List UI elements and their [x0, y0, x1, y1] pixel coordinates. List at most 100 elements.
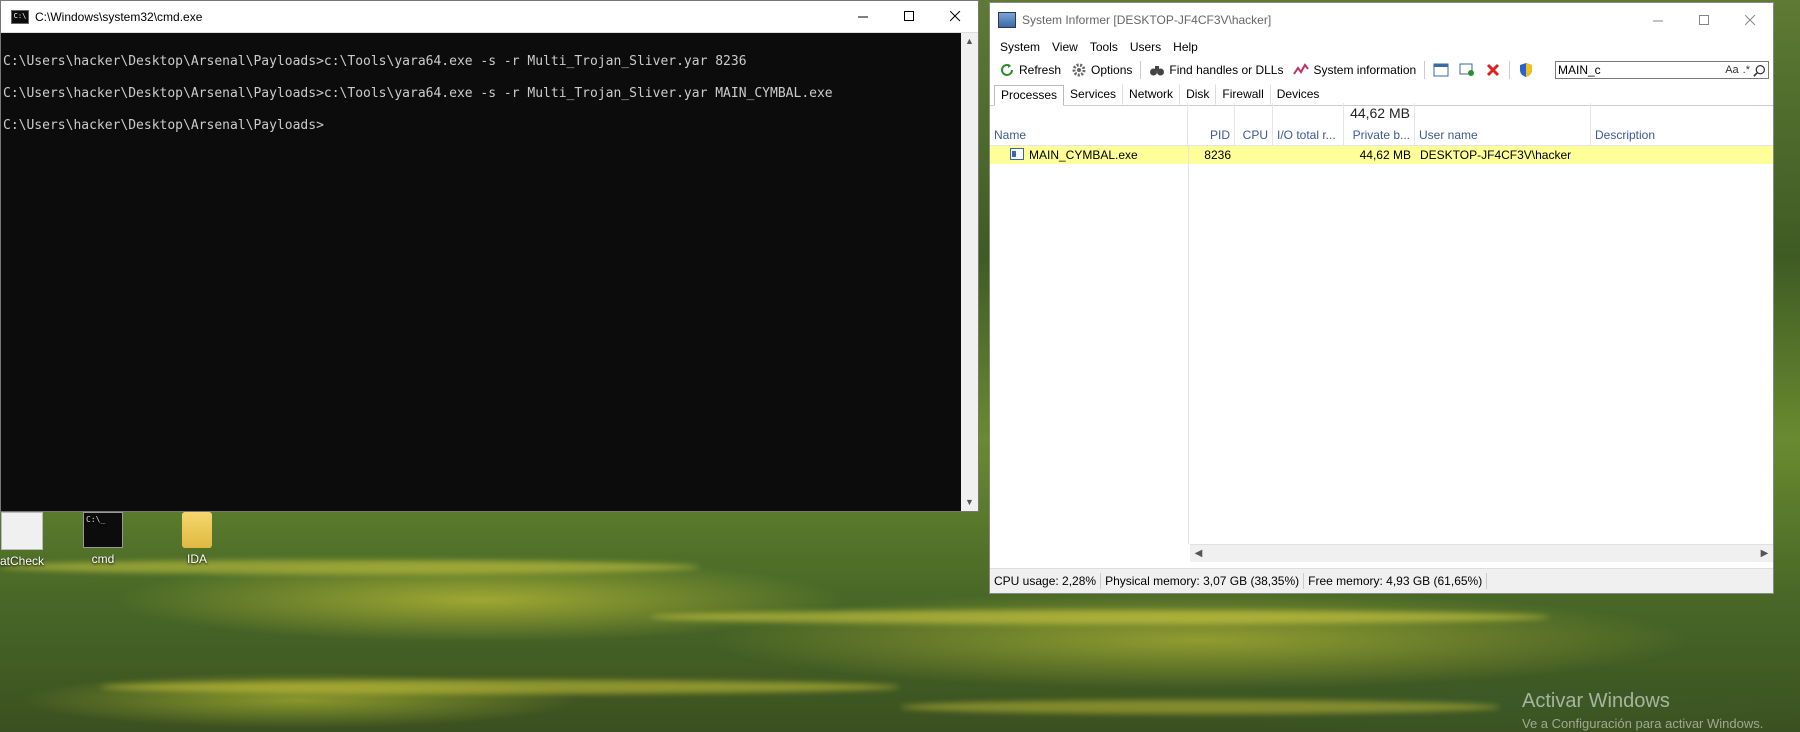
desktop-icon-label: atCheck	[0, 554, 45, 568]
activation-watermark-title: Activar Windows	[1522, 690, 1670, 712]
vertical-scrollbar[interactable]: ▲ ▼	[961, 33, 978, 511]
refresh-button[interactable]: Refresh	[994, 62, 1066, 78]
tab-network[interactable]: Network	[1122, 84, 1180, 105]
terminate-button[interactable]	[1480, 62, 1506, 78]
find-window-button[interactable]	[1454, 62, 1480, 78]
wallpaper-stripe	[100, 680, 900, 694]
menu-tools[interactable]: Tools	[1084, 40, 1124, 54]
desktop-icon-ida[interactable]: IDA	[167, 512, 227, 566]
column-header-private-bytes[interactable]: 44,62 MB Private b...	[1344, 103, 1415, 145]
search-icon[interactable]	[1753, 64, 1766, 77]
status-bar: CPU usage: 2,28% Physical memory: 3,07 G…	[990, 568, 1773, 593]
column-label: PID	[1209, 128, 1230, 142]
column-header-io-total[interactable]: I/O total r...	[1273, 103, 1344, 145]
column-header-name[interactable]: Name	[990, 103, 1188, 145]
cmd-window[interactable]: C:\ C:\Windows\system32\cmd.exe C:\Users…	[0, 0, 979, 512]
menu-users[interactable]: Users	[1124, 40, 1167, 54]
cmd-titlebar[interactable]: C:\ C:\Windows\system32\cmd.exe	[1, 1, 978, 33]
menu-bar: System View Tools Users Help	[990, 37, 1773, 57]
tab-disk[interactable]: Disk	[1179, 84, 1216, 105]
options-button[interactable]: Options	[1066, 62, 1137, 78]
gear-icon	[1072, 63, 1086, 77]
match-case-toggle[interactable]: Aa	[1725, 64, 1738, 76]
maximize-icon	[1698, 14, 1709, 25]
tab-devices[interactable]: Devices	[1269, 84, 1327, 105]
si-titlebar[interactable]: System Informer [DESKTOP-JF4CF3V\hacker]	[990, 3, 1773, 37]
close-button[interactable]	[932, 1, 978, 32]
column-label: I/O total r...	[1277, 128, 1336, 142]
minimize-button[interactable]	[1635, 5, 1681, 36]
activation-watermark-subtitle: Ve a Configuración para activar Windows.	[1522, 716, 1764, 731]
tab-services[interactable]: Services	[1063, 84, 1123, 105]
maximize-icon	[903, 11, 914, 21]
status-cpu-usage: CPU usage: 2,28%	[990, 573, 1102, 589]
graph-icon	[1293, 63, 1310, 75]
horizontal-scrollbar[interactable]: ◀ ▶	[1190, 544, 1773, 562]
toolbar-separator	[1424, 61, 1426, 79]
maximize-button[interactable]	[1681, 5, 1727, 36]
column-header-pid[interactable]: PID	[1188, 103, 1235, 145]
process-user-name: DESKTOP-JF4CF3V\hacker	[1420, 148, 1572, 162]
wallpaper-stripe	[650, 610, 1550, 624]
column-label: User name	[1419, 128, 1478, 142]
menu-view[interactable]: View	[1046, 40, 1084, 54]
console-output[interactable]: C:\Users\hacker\Desktop\Arsenal\Payloads…	[1, 33, 961, 511]
column-header-row: Name PID CPU I/O total r... 44,62 MB Pri…	[990, 103, 1773, 146]
desktop-icon-atcheck[interactable]: atCheck	[0, 512, 52, 568]
terminate-icon	[1487, 63, 1500, 77]
minimize-button[interactable]	[840, 1, 886, 32]
binoculars-icon	[1150, 66, 1165, 76]
scroll-left-icon[interactable]: ◀	[1190, 545, 1207, 562]
cmd-app-icon: C:\_	[83, 512, 123, 548]
file-icon	[1, 512, 43, 550]
system-informer-window[interactable]: System Informer [DESKTOP-JF4CF3V\hacker]…	[989, 2, 1774, 594]
process-private-bytes: 44,62 MB	[1359, 148, 1411, 162]
refresh-icon	[1001, 64, 1013, 76]
options-label: Options	[1091, 63, 1133, 77]
window-button[interactable]	[1428, 62, 1454, 78]
process-icon	[1010, 148, 1024, 160]
scroll-right-icon[interactable]: ▶	[1756, 545, 1773, 562]
regex-toggle[interactable]: .*	[1743, 64, 1750, 76]
scroll-down-icon[interactable]: ▼	[961, 494, 978, 511]
window-icon	[1433, 63, 1449, 77]
console-prompt: C:\Users\hacker\Desktop\Arsenal\Payloads…	[3, 118, 324, 133]
scroll-up-icon[interactable]: ▲	[961, 33, 978, 50]
find-window-icon	[1459, 63, 1475, 76]
find-handles-label: Find handles or DLLs	[1169, 63, 1284, 77]
minimize-icon	[1652, 20, 1663, 21]
close-icon	[949, 11, 960, 22]
column-header-cpu[interactable]: CPU	[1235, 103, 1273, 145]
column-header-user-name[interactable]: User name	[1415, 103, 1591, 145]
search-input[interactable]	[1558, 63, 1722, 77]
system-informer-app-icon	[998, 12, 1016, 28]
toolbar-separator	[1509, 61, 1511, 79]
column-label: Description	[1595, 128, 1656, 142]
column-label: Private b...	[1352, 128, 1410, 142]
process-tree[interactable]: Name PID CPU I/O total r... 44,62 MB Pri…	[990, 103, 1773, 562]
column-label: CPU	[1242, 128, 1268, 142]
folder-icon	[182, 512, 212, 548]
toolbar-separator	[1140, 61, 1142, 79]
column-header-description[interactable]: Description	[1591, 103, 1773, 145]
system-information-button[interactable]: System information	[1288, 62, 1421, 78]
maximize-button[interactable]	[886, 1, 932, 32]
menu-system[interactable]: System	[994, 40, 1046, 54]
private-bytes-total: 44,62 MB	[1350, 105, 1410, 121]
status-free-memory: Free memory: 4,93 GB (61,65%)	[1304, 573, 1488, 589]
desktop-icon-cmd[interactable]: C:\_ cmd	[73, 512, 133, 566]
shield-icon	[1520, 63, 1533, 77]
column-divider	[1188, 146, 1189, 544]
column-label: Name	[994, 128, 1027, 142]
system-information-label: System information	[1313, 63, 1417, 77]
refresh-label: Refresh	[1019, 63, 1062, 77]
desktop-icon-label: IDA	[186, 552, 207, 566]
table-row[interactable]: MAIN_CYMBAL.exe 8236 44,62 MB DESKTOP-JF…	[990, 146, 1773, 164]
tab-firewall[interactable]: Firewall	[1215, 84, 1270, 105]
cmd-app-icon: C:\	[11, 9, 29, 24]
close-button[interactable]	[1727, 5, 1773, 36]
menu-help[interactable]: Help	[1167, 40, 1204, 54]
shield-button[interactable]	[1513, 62, 1539, 78]
find-handles-button[interactable]: Find handles or DLLs	[1144, 62, 1288, 78]
desktop-icon-label: cmd	[91, 552, 115, 566]
